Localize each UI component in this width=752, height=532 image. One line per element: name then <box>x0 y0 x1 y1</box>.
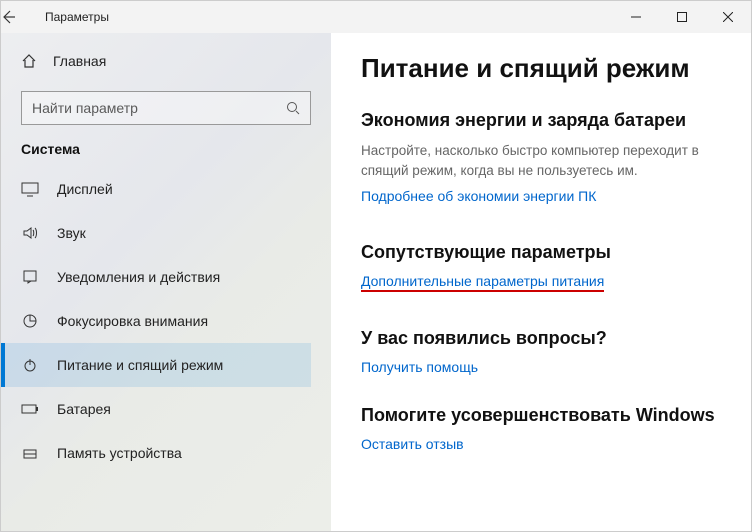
focus-icon <box>21 313 39 329</box>
home-label: Главная <box>53 53 106 69</box>
minimize-button[interactable] <box>613 1 659 33</box>
related-section: Сопутствующие параметры Дополнительные п… <box>361 242 729 292</box>
nav-item-power[interactable]: Питание и спящий режим <box>1 343 311 387</box>
nav-label: Звук <box>57 225 86 241</box>
home-icon <box>21 53 37 69</box>
feedback-link[interactable]: Оставить отзыв <box>361 436 464 452</box>
nav-item-display[interactable]: Дисплей <box>1 167 311 211</box>
battery-icon <box>21 403 39 415</box>
energy-desc: Настройте, насколько быстро компьютер пе… <box>361 141 721 180</box>
sound-icon <box>21 225 39 241</box>
nav-label: Память устройства <box>57 445 182 461</box>
sidebar: Главная Система Дисплей <box>1 33 331 531</box>
energy-heading: Экономия энергии и заряда батареи <box>361 110 729 131</box>
close-button[interactable] <box>705 1 751 33</box>
nav-item-battery[interactable]: Батарея <box>1 387 311 431</box>
window-title: Параметры <box>41 10 109 24</box>
content-pane: Питание и спящий режим Экономия энергии … <box>331 33 751 531</box>
help-link[interactable]: Получить помощь <box>361 359 478 375</box>
page-title: Питание и спящий режим <box>361 53 729 84</box>
help-heading: У вас появились вопросы? <box>361 328 729 349</box>
titlebar: Параметры <box>1 1 751 33</box>
related-heading: Сопутствующие параметры <box>361 242 729 263</box>
related-link[interactable]: Дополнительные параметры питания <box>361 273 604 292</box>
nav-item-storage[interactable]: Память устройства <box>1 431 311 475</box>
settings-window: Параметры Главная Систе <box>0 0 752 532</box>
nav-item-notifications[interactable]: Уведомления и действия <box>1 255 311 299</box>
search-icon <box>286 101 300 115</box>
storage-icon <box>21 445 39 461</box>
feedback-heading: Помогите усовершенствовать Windows <box>361 405 729 426</box>
group-title: Система <box>21 141 311 157</box>
nav-list: Дисплей Звук Уведомления и действия Фоку… <box>21 167 311 475</box>
search-input-container[interactable] <box>21 91 311 125</box>
nav-label: Уведомления и действия <box>57 269 220 285</box>
energy-link[interactable]: Подробнее об экономии энергии ПК <box>361 188 596 204</box>
nav-item-focus[interactable]: Фокусировка внимания <box>1 299 311 343</box>
nav-item-sound[interactable]: Звук <box>1 211 311 255</box>
nav-label: Питание и спящий режим <box>57 357 223 373</box>
search-input[interactable] <box>32 100 286 116</box>
back-button[interactable] <box>1 10 41 24</box>
maximize-button[interactable] <box>659 1 705 33</box>
power-icon <box>21 357 39 373</box>
home-nav[interactable]: Главная <box>21 41 311 81</box>
nav-label: Батарея <box>57 401 111 417</box>
energy-section: Экономия энергии и заряда батареи Настро… <box>361 110 729 206</box>
help-section: У вас появились вопросы? Получить помощь <box>361 328 729 377</box>
feedback-section: Помогите усовершенствовать Windows Остав… <box>361 405 729 454</box>
display-icon <box>21 181 39 197</box>
notifications-icon <box>21 269 39 285</box>
nav-label: Дисплей <box>57 181 113 197</box>
nav-label: Фокусировка внимания <box>57 313 208 329</box>
